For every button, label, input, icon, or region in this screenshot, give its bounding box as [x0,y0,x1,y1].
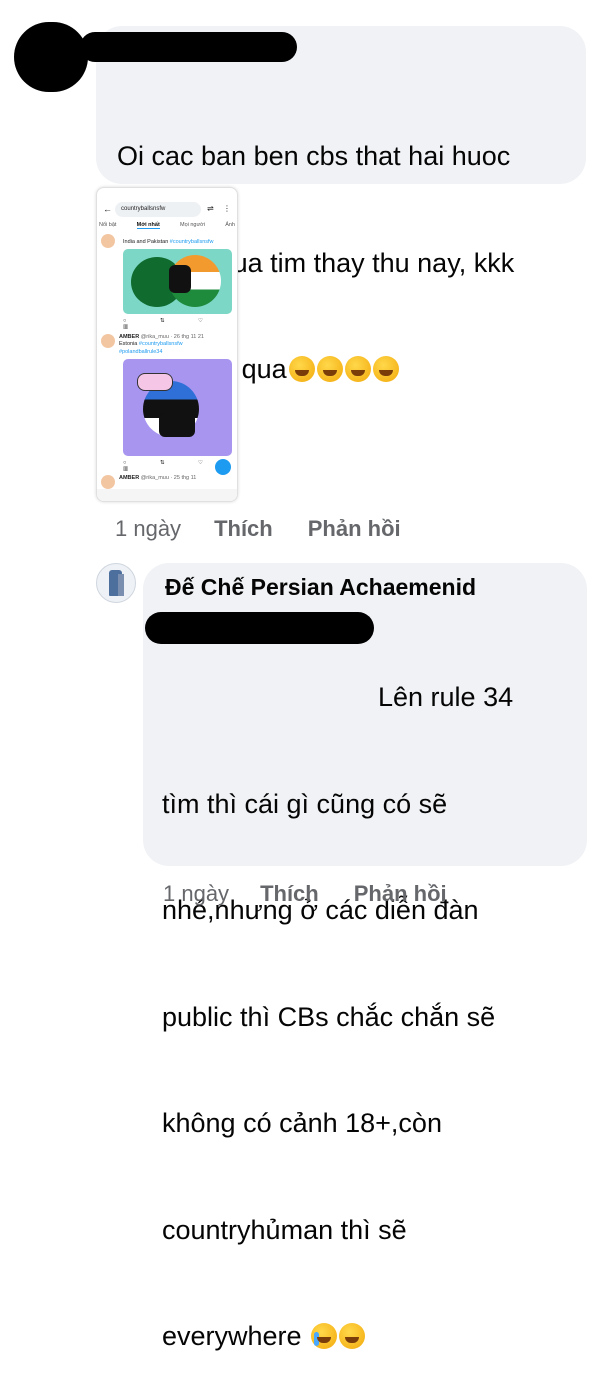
rofl-emoji-icon [288,356,315,382]
back-arrow-icon: ← [103,204,112,214]
username: AMBER [119,334,140,340]
like-button[interactable]: Thích [214,516,273,542]
avatar [101,234,115,248]
tab: Mọi người [179,222,206,228]
username: AMBER [119,475,140,481]
search-tabs: Nổi bật Mới nhất Mọi người Ảnh [99,222,235,229]
comment-actions-2: 1 ngày Thích Phản hồi [163,881,447,907]
compose-button [215,459,231,475]
attached-screenshot[interactable]: ← countryballsnsfw ⇌ ⋮ Nổi bật Mới nhất … [96,187,238,502]
timestamp[interactable]: 1 ngày [163,881,229,907]
handle: @rika_muu · 26 thg 11 21 [140,334,204,340]
bow [137,373,173,391]
comment-line: Oi cac ban ben cbs that hai huoc [117,141,511,171]
comment-actions-1: 1 ngày Thích Phản hồi [115,516,401,542]
rofl-emoji-icon [344,356,371,382]
filter-icon: ⇌ [207,204,214,213]
reply-button[interactable]: Phản hồi [354,881,447,907]
redacted-avatar [14,22,88,92]
rofl-emoji-icon [372,356,399,382]
avatar-figure [118,574,124,596]
comment-line: countryhủman thì sẽ [162,1214,407,1245]
nav-bar [97,489,237,501]
post-header: AMBER @rika_muu · 26 thg 11 21 [119,334,204,340]
comment-line: Lên rule 34 [378,682,514,712]
post-header: AMBER @rika_muu · 25 thg 11 [119,475,196,481]
comment-line: tìm thì cái gì cũng có sẽ [162,788,448,819]
reply-button[interactable]: Phản hồi [308,516,401,542]
hashtag: #countryballsnsfw [169,239,214,245]
comment-line: public thì CBs chắc chắn sẽ [162,1001,496,1032]
avatar [101,475,115,489]
like-button[interactable]: Thích [260,881,319,907]
post-text: Estonia #countryballsnsfw [119,341,183,347]
redacted-author-name-1 [80,32,297,62]
status-bar [97,188,237,198]
avatar [101,334,115,348]
tab: Ảnh [225,222,235,228]
rofl-emoji-icon [339,1323,366,1349]
comment-text-2: Lên rule 34 tìm thì cái gì cũng có sẽ nh… [162,609,513,1390]
hashtag: #polandballrule34 [119,349,163,355]
timestamp[interactable]: 1 ngày [115,516,181,542]
hashtag: #countryballsnsfw [138,341,183,347]
post-body: Estonia [119,341,138,347]
comment-line: everywhere [162,1319,513,1355]
post-body: India and Pakistan [123,239,169,245]
post-actions: ○ ⇅ ♡ ▥ [123,318,219,330]
comment-line: không có cảnh 18+,còn [162,1108,442,1138]
avatar[interactable] [96,563,136,603]
more-icon: ⋮ [223,204,231,213]
post-image [123,249,232,314]
tab: Nổi bật [99,222,117,228]
scribble [169,265,191,293]
scribble [159,413,195,437]
post-image [123,359,232,456]
search-input: countryballsnsfw [115,202,201,217]
rofl-emoji-icon [316,356,343,382]
crying-emoji-icon [311,1323,338,1349]
post-text: India and Pakistan #countryballsnsfw [123,239,214,245]
comment-author-2[interactable]: Đế Chế Persian Achaemenid [165,574,476,601]
tab-active: Mới nhất [136,222,160,229]
comment-line-text: everywhere [162,1321,302,1351]
handle: @rika_muu · 25 thg 11 [140,475,197,481]
